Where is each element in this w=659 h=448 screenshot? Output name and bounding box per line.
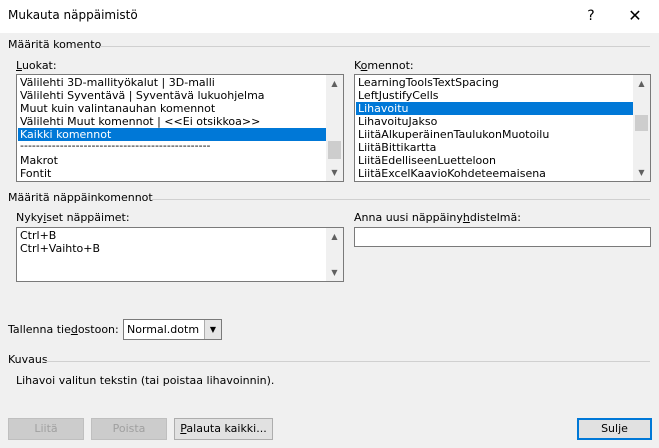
list-item[interactable]: LearningToolsTextSpacing bbox=[356, 76, 633, 89]
list-item[interactable]: LeftJustifyCells bbox=[356, 89, 633, 102]
section-divider bbox=[100, 46, 650, 47]
list-item[interactable]: Makrot bbox=[18, 154, 326, 167]
section-divider bbox=[46, 361, 650, 362]
list-item[interactable]: Välilehti 3D-mallityökalut | 3D-malli bbox=[18, 76, 326, 89]
scroll-down-icon[interactable]: ▼ bbox=[326, 164, 343, 181]
list-item[interactable]: LihavoituJakso bbox=[356, 115, 633, 128]
help-button[interactable]: ? bbox=[575, 0, 607, 32]
scroll-up-icon[interactable]: ▲ bbox=[326, 75, 343, 92]
categories-list[interactable]: Välilehti 3D-mallityökalut | 3D-malli Vä… bbox=[16, 74, 344, 182]
current-keys-label: Nykyiset näppäimet: bbox=[16, 211, 130, 224]
scroll-thumb[interactable] bbox=[328, 141, 341, 159]
list-separator: ----------------------------------------… bbox=[20, 141, 211, 152]
save-in-dropdown[interactable]: Normal.dotm ▼ bbox=[123, 319, 222, 340]
new-key-input[interactable] bbox=[354, 227, 651, 247]
commands-scrollbar[interactable]: ▲ ▼ bbox=[633, 75, 650, 181]
list-item[interactable]: Välilehti Muut komennot | <<Ei otsikkoa>… bbox=[18, 115, 326, 128]
list-item[interactable]: LiitäExcelKaavioKohdeteemaisena bbox=[356, 167, 633, 180]
current-keys-scrollbar[interactable]: ▲ ▼ bbox=[326, 228, 343, 281]
list-item[interactable]: Ctrl+B bbox=[18, 229, 326, 242]
description-heading: Kuvaus bbox=[8, 353, 48, 366]
scroll-up-icon[interactable]: ▲ bbox=[326, 228, 343, 245]
chevron-down-icon[interactable]: ▼ bbox=[204, 320, 221, 339]
scroll-up-icon[interactable]: ▲ bbox=[633, 75, 650, 92]
list-item-selected[interactable]: Lihavoitu bbox=[356, 102, 633, 115]
reset-all-button[interactable]: Palauta kaikki... bbox=[174, 418, 273, 440]
list-item[interactable]: Välilehti Syventävä | Syventävä lukuohje… bbox=[18, 89, 326, 102]
description-text: Lihavoi valitun tekstin (tai poistaa lih… bbox=[16, 374, 275, 387]
keys-section-heading: Määritä näppäinkomennot bbox=[8, 191, 153, 204]
list-item[interactable]: LiitäAlkuperäinenTaulukonMuotoilu bbox=[356, 128, 633, 141]
list-item[interactable]: Ctrl+Vaihto+B bbox=[18, 242, 326, 255]
list-item[interactable]: LiitäEdelliseenLuetteloon bbox=[356, 154, 633, 167]
dialog-title: Mukauta näppäimistö bbox=[8, 8, 138, 22]
close-icon[interactable]: ✕ bbox=[617, 0, 653, 32]
save-in-label: Tallenna tiedostoon: bbox=[8, 323, 119, 336]
scroll-down-icon[interactable]: ▼ bbox=[633, 164, 650, 181]
command-section-heading: Määritä komento bbox=[8, 38, 102, 51]
assign-button[interactable]: Liitä bbox=[8, 418, 84, 440]
section-divider bbox=[152, 199, 650, 200]
commands-list[interactable]: LearningToolsTextSpacing LeftJustifyCell… bbox=[354, 74, 651, 182]
list-item[interactable]: LiitäBittikartta bbox=[356, 141, 633, 154]
commands-label: Komennot: bbox=[354, 59, 414, 72]
save-in-value: Normal.dotm bbox=[127, 323, 200, 336]
remove-button[interactable]: Poista bbox=[91, 418, 167, 440]
scroll-down-icon[interactable]: ▼ bbox=[326, 264, 343, 281]
scroll-thumb[interactable] bbox=[635, 115, 648, 131]
new-key-label: Anna uusi näppäinyhdistelmä: bbox=[354, 211, 521, 224]
close-button[interactable]: Sulje bbox=[577, 418, 652, 440]
list-item[interactable]: Fontit bbox=[18, 167, 326, 180]
list-item[interactable]: Muut kuin valintanauhan komennot bbox=[18, 102, 326, 115]
current-keys-list[interactable]: Ctrl+B Ctrl+Vaihto+B ▲ ▼ bbox=[16, 227, 344, 282]
title-bar: Mukauta näppäimistö ? ✕ bbox=[0, 0, 659, 33]
list-item-selected[interactable]: Kaikki komennot bbox=[18, 128, 326, 141]
categories-label: Luokat: bbox=[16, 59, 57, 72]
categories-scrollbar[interactable]: ▲ ▼ bbox=[326, 75, 343, 181]
